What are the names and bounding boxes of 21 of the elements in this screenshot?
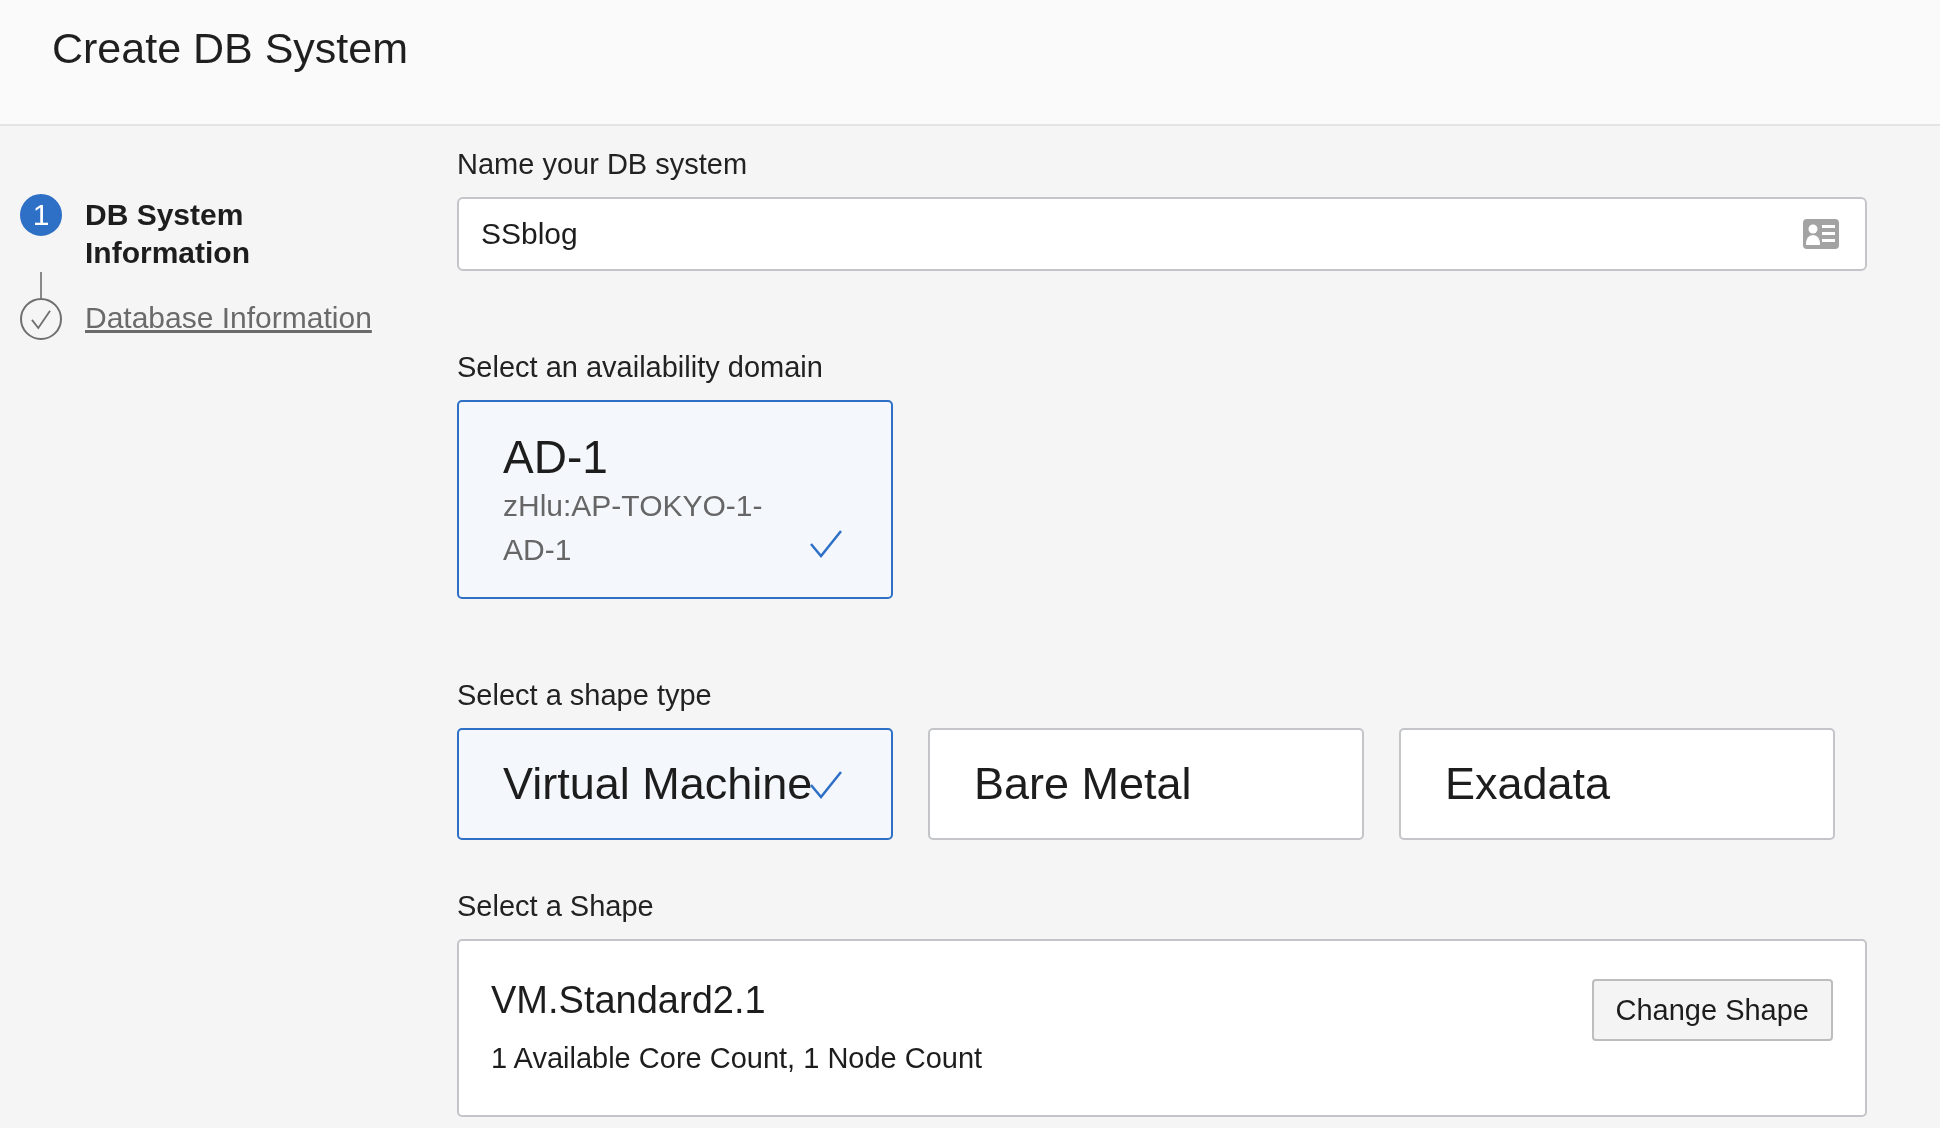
change-shape-button[interactable]: Change Shape [1591, 979, 1833, 1041]
field-label: Select a Shape [457, 890, 655, 923]
domain-name: AD-1 [503, 432, 609, 482]
step-number: 1 [20, 194, 62, 236]
field-label: Select a shape type [457, 679, 713, 712]
page-title: Create DB System [52, 24, 409, 73]
shape-type-option[interactable]: Virtual Machine [457, 728, 893, 840]
step-label: DB System Information [85, 197, 251, 271]
contact-card-icon [1803, 219, 1839, 249]
checkmark-icon [809, 529, 843, 559]
field-label: Select an availability domain [457, 351, 824, 384]
domain-detail: zHlu:AP-TOKYO-1-AD-1 [503, 488, 764, 568]
name-input-field[interactable]: SSblog [457, 197, 1867, 271]
checkmark-icon [809, 770, 843, 800]
field-label: Name your DB system [457, 148, 749, 181]
step-link[interactable]: Database Information [85, 298, 372, 338]
shape-type-option[interactable]: Bare Metal [928, 728, 1364, 840]
shape-type-option[interactable]: Exadata [1399, 728, 1835, 840]
shape-detail: 1 Available Core Count, 1 Node Count [491, 1042, 983, 1075]
availability-domain-card[interactable]: AD-1 zHlu:AP-TOKYO-1-AD-1 [457, 400, 893, 599]
shape-name: VM.Standard2.1 [491, 979, 767, 1022]
